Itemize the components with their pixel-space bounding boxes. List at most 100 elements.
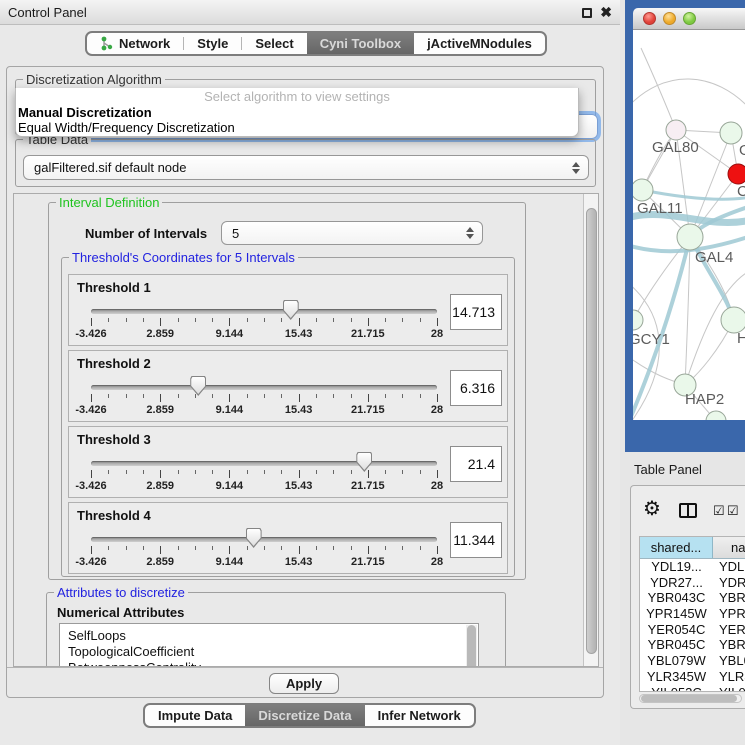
slider-tick [420,318,421,322]
slider-tick [385,394,386,398]
mac-zoom-button[interactable] [683,12,696,25]
settings-vertical-scrollbar [583,194,598,666]
GAL4-node[interactable] [677,224,703,250]
slider-tick [333,394,334,398]
checkbox-icon[interactable]: ☑ [713,503,725,519]
column-header-name[interactable]: na [713,537,745,558]
scale-tick-label: 21.715 [351,556,385,568]
tab-discretize-data[interactable]: Discretize Data [245,705,364,726]
column-layout-icon[interactable] [679,503,697,518]
tab-impute-data-label: Impute Data [158,708,232,723]
settings-scrollbar-thumb[interactable] [586,208,597,654]
close-icon[interactable]: ✖ [600,4,612,21]
scale-tick-label: 2.859 [146,328,174,340]
scale-tick-label: 2.859 [146,404,174,416]
network-edge[interactable] [633,79,745,110]
numerical-attributes-label: Numerical Attributes [57,605,184,620]
slider-thumb[interactable] [356,452,372,472]
slider-tick [316,470,317,474]
threshold-slider-track[interactable] [91,461,437,466]
slider-tick [178,318,179,322]
slider-tick [126,394,127,398]
threshold-panel: Threshold 2 -3.4262.8599.14415.4321.7152… [68,350,508,422]
slider-thumb[interactable] [190,376,206,396]
threshold-value[interactable]: 14.713 [450,294,502,330]
slider-tick [212,394,213,398]
scale-tick-label: 9.144 [216,480,244,492]
gear-icon[interactable]: ⚙ [643,499,661,519]
float-window-icon[interactable] [582,8,592,18]
tab-discretize-data-label: Discretize Data [258,708,351,723]
settings-scroll-pane: Interval Definition Number of Intervals … [13,193,599,667]
table-row[interactable]: YBR045CYBR0 [640,637,745,653]
threshold-value[interactable]: 11.344 [450,522,502,558]
algorithm-option[interactable]: Equal Width/Frequency Discretization [16,120,578,135]
mac-close-button[interactable] [643,12,656,25]
slider-tick [420,470,421,474]
table-row[interactable]: YPR145WYPR1 [640,606,745,622]
table-row[interactable]: YIL052CYIL0 [640,685,745,693]
slider-tick [195,470,196,474]
tab-network[interactable]: Network [87,33,183,54]
combo-arrows-icon [572,161,581,175]
slider-tick [333,546,334,550]
table-data-combobox[interactable]: galFiltered.sif default node [23,155,589,180]
slider-thumb[interactable] [246,528,262,548]
attribute-list-item[interactable]: SelfLoops [60,628,478,644]
mac-minimize-button[interactable] [663,12,676,25]
tab-select[interactable]: Select [242,33,306,54]
network-edge[interactable] [641,48,676,130]
network-edge[interactable] [642,190,745,199]
numerical-attributes-list: SelfLoopsTopologicalCoefficientBetweenne… [59,623,479,667]
attribute-list-item[interactable]: BetweennessCentrality [60,660,478,667]
attributes-scrollbar-thumb[interactable] [467,625,476,667]
slider-ticks [91,546,437,555]
network-icon [100,36,113,51]
tab-impute-data[interactable]: Impute Data [145,705,245,726]
scale-tick-label: 15.43 [285,480,313,492]
attributes-list-scrollbar [466,625,477,667]
slider-tick [437,546,438,554]
red-node[interactable] [728,164,745,184]
table-row[interactable]: YBR043CYBR0 [640,590,745,606]
scale-tick-label: -3.426 [75,404,106,416]
attribute-list-item[interactable]: TopologicalCoefficient [60,644,478,660]
apply-button[interactable]: Apply [269,673,339,694]
slider-tick [143,318,144,322]
slider-tick [264,318,265,322]
GAL80-node[interactable] [666,120,686,140]
top-right-node[interactable] [720,122,742,144]
threshold-panel: Threshold 3 -3.4262.8599.14415.4321.7152… [68,426,508,498]
number-of-intervals-combobox[interactable]: 5 [221,221,483,245]
tab-cyni-toolbox[interactable]: Cyni Toolbox [307,33,414,54]
slider-tick [108,318,109,322]
tab-style[interactable]: Style [184,33,241,54]
algorithm-placeholder-option: Select algorithm to view settings [16,88,578,105]
slider-tick [229,394,230,402]
table-row[interactable]: YBL079WYBL0 [640,653,745,669]
GCY1-node[interactable] [633,310,643,330]
column-header-shared-name[interactable]: shared... [640,537,713,558]
scale-tick-label: 15.43 [285,404,313,416]
network-canvas[interactable]: GAL80GCGAL11GAL4GCY1HHAP2 [633,30,745,420]
tab-infer-network[interactable]: Infer Network [365,705,474,726]
slider-tick [247,394,248,398]
slider-thumb[interactable] [283,300,299,320]
threshold-slider-track[interactable] [91,537,437,542]
table-row[interactable]: YER054CYER0 [640,622,745,638]
threshold-value[interactable]: 6.316 [450,370,502,406]
checkbox-icon[interactable]: ☑ [727,503,739,519]
tab-jactivemnodules[interactable]: jActiveMNodules [414,33,545,54]
table-row[interactable]: YDR27...YDR2 [640,575,745,591]
table-hscrollbar-thumb[interactable] [641,695,737,702]
discretization-algorithm-group-label: Discretization Algorithm [23,72,165,87]
algorithm-option[interactable]: Manual Discretization [16,105,578,120]
threshold-slider-track[interactable] [91,385,437,390]
GAL11-node[interactable] [633,179,653,201]
cell-name: YDL1 [713,559,745,575]
table-row[interactable]: YLR345WYLR3 [640,669,745,685]
threshold-value[interactable]: 21.4 [450,446,502,482]
table-row[interactable]: YDL19...YDL1 [640,559,745,575]
threshold-slider-track[interactable] [91,309,437,314]
slider-tick [385,318,386,322]
